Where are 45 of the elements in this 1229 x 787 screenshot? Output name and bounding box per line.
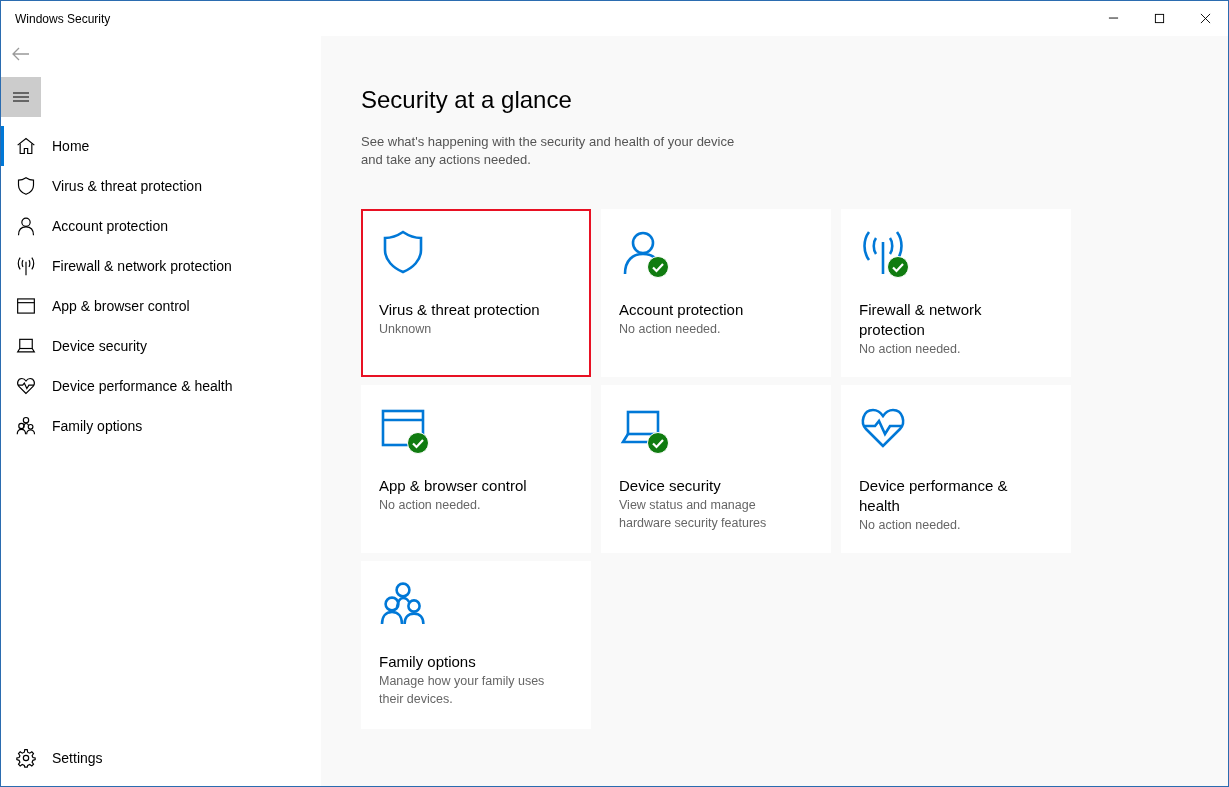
settings-item[interactable]: Settings	[1, 738, 321, 778]
tile-status: Unknown	[379, 320, 433, 338]
sidebar-item[interactable]: Device security	[1, 326, 321, 366]
tile-status: Manage how your family uses their devices.	[379, 672, 546, 708]
tile-title: App & browser control	[379, 475, 528, 496]
tile-title: Family options	[379, 651, 477, 672]
window-icon	[16, 296, 36, 316]
status-tile[interactable]: Family options Manage how your family uses their devices.	[361, 560, 591, 729]
tile-status: No action needed.	[379, 496, 482, 514]
maximize-icon	[1153, 13, 1165, 24]
sidebar-item[interactable]: Account protection	[1, 206, 321, 246]
home-icon	[16, 136, 36, 156]
person-icon	[16, 216, 36, 236]
status-tile[interactable]: Device security View status and manage hardware security features	[601, 384, 831, 553]
status-tile[interactable]: Virus & threat protection Unknown	[361, 208, 591, 377]
sidebar-item[interactable]: Device performance & health	[1, 366, 321, 406]
back-arrow-icon	[12, 47, 30, 61]
heart-pulse-icon	[16, 376, 36, 396]
sidebar-item[interactable]: App & browser control	[1, 286, 321, 326]
tile-status: No action needed.	[619, 320, 722, 338]
menu-icon	[13, 91, 29, 103]
menu-button[interactable]	[1, 77, 41, 117]
close-icon	[1199, 13, 1211, 24]
sidebar-item[interactable]: Family options	[1, 406, 321, 446]
tile-status: No action needed.	[859, 340, 962, 358]
tile-status: No action needed.	[859, 516, 962, 534]
shield-icon	[16, 176, 36, 196]
tile-title: Firewall & network protection	[859, 299, 983, 340]
people-icon	[16, 416, 36, 436]
settings-icon	[16, 748, 36, 768]
status-tile[interactable]: Firewall & network protection No action needed.	[841, 208, 1071, 377]
tile-title: Device performance & health	[859, 475, 1009, 516]
status-tile[interactable]: Account protection No action needed.	[601, 208, 831, 377]
status-tile[interactable]: Device performance & health No action needed.	[841, 384, 1071, 553]
tile-title: Virus & threat protection	[379, 299, 541, 320]
page-heading: Security at a glance	[361, 86, 573, 115]
window-title: Windows Security	[14, 10, 112, 28]
sidebar-item[interactable]: Firewall & network protection	[1, 246, 321, 286]
tile-title: Account protection	[619, 299, 745, 320]
page-description: See what's happening with the security and health of your device and take any actions needed.	[361, 132, 736, 169]
tile-title: Device security	[619, 475, 722, 496]
tile-status: View status and manage hardware security features	[619, 496, 768, 532]
sidebar-item[interactable]: Virus & threat protection	[1, 166, 321, 206]
antenna-icon	[16, 256, 36, 276]
status-tile[interactable]: App & browser control No action needed.	[361, 384, 591, 553]
